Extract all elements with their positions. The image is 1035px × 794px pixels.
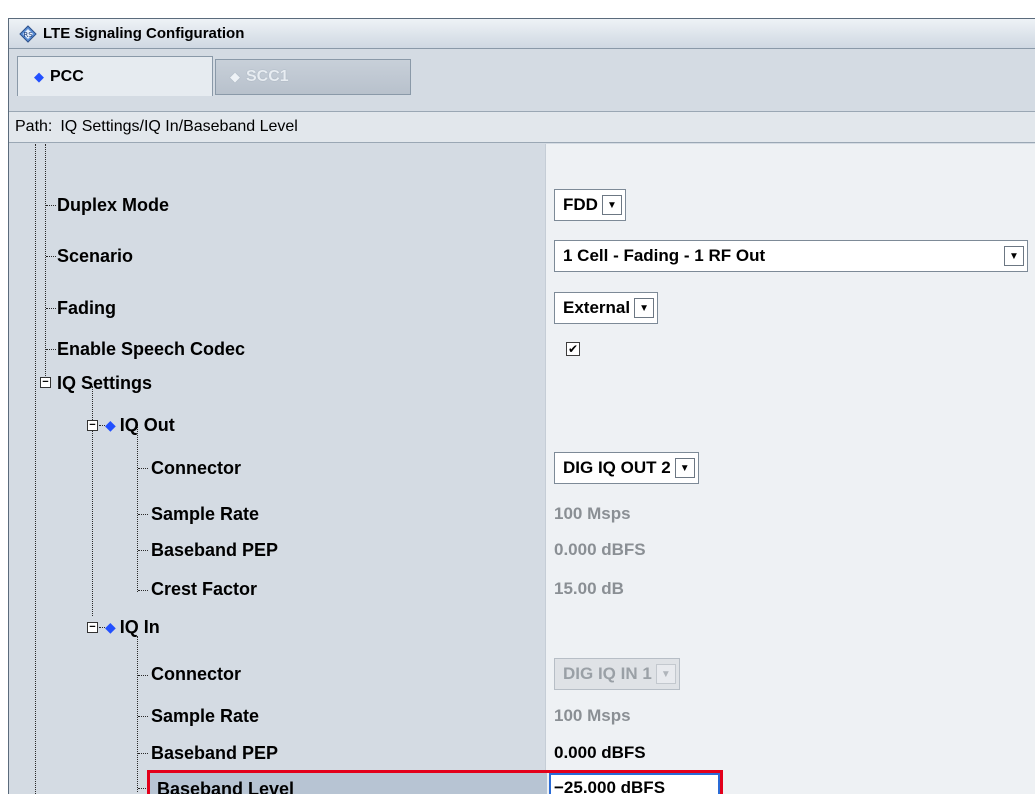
iq-out-connector-label: Connector — [151, 457, 241, 478]
lte-signaling-window: RS LTE Signaling Configuration ◆ PCC ◆ S… — [8, 18, 1035, 794]
duplex-mode-value: FDD ▼ — [554, 186, 626, 224]
window-title: LTE Signaling Configuration — [43, 25, 245, 42]
iq-settings-label: IQ Settings — [57, 372, 153, 393]
duplex-mode-selected: FDD — [563, 195, 598, 214]
path-value: IQ Settings/IQ In/Baseband Level — [60, 118, 298, 135]
iq-in-sample-rate-value: 100 Msps — [554, 706, 631, 725]
fading-selected: External — [563, 298, 631, 317]
iq-in-connector-label: Connector — [151, 663, 241, 684]
iq-out-connector-value: DIG IQ OUT 2 ▼ — [554, 449, 699, 487]
iq-in-connector-dropdown: DIG IQ IN 1 ▼ — [554, 658, 680, 690]
duplex-mode-label: Duplex Mode — [57, 194, 170, 215]
duplex-mode-dropdown[interactable]: FDD ▼ — [554, 189, 626, 221]
iq-in-text: IQ In — [119, 616, 160, 637]
row-enable-speech-codec: Enable Speech Codec ✔ — [9, 330, 1035, 368]
row-fading: Fading External ▼ — [9, 289, 1035, 327]
row-iq-in[interactable]: ◆ IQ In — [9, 608, 1035, 646]
checkmark-icon: ✔ — [567, 342, 579, 356]
tab-diamond-icon: ◆ — [230, 69, 240, 84]
row-duplex-mode: Duplex Mode FDD ▼ — [9, 186, 1035, 224]
iq-in-connector-value: DIG IQ IN 1 ▼ — [554, 655, 680, 693]
row-iq-out-crest-factor: Crest Factor 15.00 dB — [9, 570, 1035, 608]
tab-label: SCC1 — [246, 68, 289, 85]
row-iq-out-connector: Connector DIG IQ OUT 2 ▼ — [9, 449, 1035, 487]
enable-speech-codec-value: ✔ — [566, 330, 580, 368]
diamond-icon: ◆ — [105, 416, 116, 433]
iq-out-label: ◆ IQ Out — [105, 406, 175, 444]
row-iq-out-baseband-pep: Baseband PEP 0.000 dBFS — [9, 531, 1035, 569]
iq-out-text: IQ Out — [119, 414, 175, 435]
fading-label: Fading — [57, 297, 116, 318]
tab-pcc[interactable]: ◆ PCC — [17, 56, 213, 96]
iq-out-connector-selected: DIG IQ OUT 2 — [563, 458, 671, 477]
diamond-icon: ◆ — [105, 618, 116, 635]
chevron-down-icon[interactable]: ▼ — [674, 458, 695, 478]
row-scenario: Scenario 1 Cell - Fading - 1 RF Out ▼ — [9, 237, 1035, 275]
highlight-frame — [147, 770, 723, 794]
scenario-selected: 1 Cell - Fading - 1 RF Out — [563, 246, 766, 265]
row-iq-in-sample-rate: Sample Rate 100 Msps — [9, 697, 1035, 735]
row-iq-in-connector: Connector DIG IQ IN 1 ▼ — [9, 655, 1035, 693]
chevron-down-icon: ▼ — [655, 664, 676, 684]
row-iq-out[interactable]: ◆ IQ Out — [9, 406, 1035, 444]
svg-text:RS: RS — [23, 31, 33, 39]
row-iq-settings[interactable]: IQ Settings — [9, 364, 1035, 402]
path-label: Path: — [15, 118, 53, 135]
chevron-down-icon[interactable]: ▼ — [601, 195, 622, 215]
iq-in-baseband-pep-label: Baseband PEP — [151, 742, 279, 763]
enable-speech-codec-checkbox[interactable]: ✔ — [566, 342, 580, 356]
fading-value: External ▼ — [554, 289, 659, 327]
chevron-down-icon[interactable]: ▼ — [1004, 246, 1024, 266]
row-iq-out-sample-rate: Sample Rate 100 Msps — [9, 495, 1035, 533]
settings-tree: Duplex Mode FDD ▼ Scenario 1 Cell - Fadi… — [9, 144, 1035, 794]
scenario-label: Scenario — [57, 245, 134, 266]
iq-in-baseband-pep-value: 0.000 dBFS — [554, 743, 646, 762]
tab-scc1[interactable]: ◆ SCC1 — [215, 59, 411, 95]
path-bar: Path: IQ Settings/IQ In/Baseband Level — [9, 111, 1035, 143]
iq-out-sample-rate-value: 100 Msps — [554, 504, 631, 523]
tab-diamond-icon: ◆ — [34, 68, 44, 84]
scenario-dropdown[interactable]: 1 Cell - Fading - 1 RF Out ▼ — [554, 240, 1028, 272]
enable-speech-codec-label: Enable Speech Codec — [57, 338, 246, 359]
iq-in-label: ◆ IQ In — [105, 608, 160, 646]
tab-label: PCC — [50, 67, 84, 85]
iq-out-baseband-pep-label: Baseband PEP — [151, 539, 279, 560]
iq-out-baseband-pep-value: 0.000 dBFS — [554, 540, 646, 559]
crest-factor-value: 15.00 dB — [554, 579, 624, 598]
crest-factor-label: Crest Factor — [151, 578, 258, 599]
title-bar: RS LTE Signaling Configuration — [9, 19, 1035, 49]
iq-out-sample-rate-label: Sample Rate — [151, 503, 260, 524]
carrier-tabs: ◆ PCC ◆ SCC1 — [9, 50, 1035, 96]
scenario-value: 1 Cell - Fading - 1 RF Out ▼ — [554, 237, 1028, 275]
row-iq-in-baseband-pep: Baseband PEP 0.000 dBFS — [9, 734, 1035, 772]
chevron-down-icon[interactable]: ▼ — [634, 298, 655, 318]
fading-dropdown[interactable]: External ▼ — [554, 292, 659, 324]
iq-in-connector-selected: DIG IQ IN 1 — [563, 664, 652, 683]
iq-out-connector-dropdown[interactable]: DIG IQ OUT 2 ▼ — [554, 452, 699, 484]
iq-in-sample-rate-label: Sample Rate — [151, 705, 260, 726]
rohde-schwarz-logo-icon: RS — [19, 24, 37, 43]
